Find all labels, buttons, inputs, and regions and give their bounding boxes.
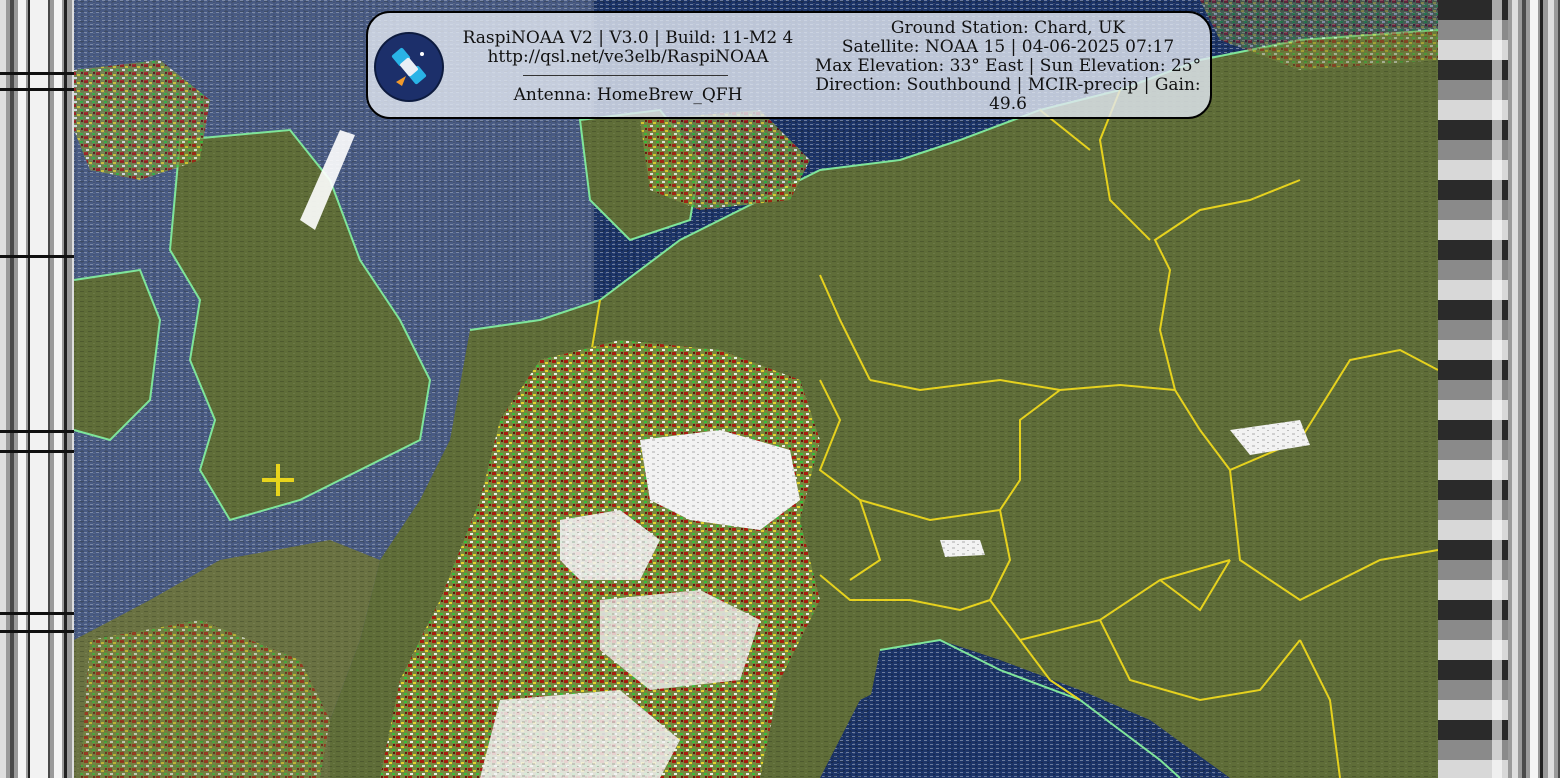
pass-info-panel: RaspiNOAA V2 | V3.0 | Build: 11-M2 4 htt… <box>366 11 1212 119</box>
telemetry-strip-right <box>1438 0 1508 778</box>
separator-line <box>523 75 728 76</box>
satellite-icon <box>376 34 442 100</box>
gain-value: 49.6 <box>989 94 1027 114</box>
direction-line: Direction: Southbound | MCIR-precip | Ga… <box>815 75 1201 95</box>
project-url: http://qsl.net/ve3elb/RaspiNOAA <box>487 47 769 67</box>
elevation-line: Max Elevation: 33° East | Sun Elevation:… <box>814 56 1202 76</box>
sync-strip-right <box>1508 0 1560 778</box>
ground-station-line: Ground Station: Chard, UK <box>890 18 1126 38</box>
satellite-image: RaspiNOAA V2 | V3.0 | Build: 11-M2 4 htt… <box>0 0 1560 778</box>
antenna-line: Antenna: HomeBrew_QFH <box>513 85 743 105</box>
app-version-line: RaspiNOAA V2 | V3.0 | Build: 11-M2 4 <box>462 28 794 48</box>
satellite-line: Satellite: NOAA 15 | 04-06-2025 07:17 <box>841 37 1175 57</box>
